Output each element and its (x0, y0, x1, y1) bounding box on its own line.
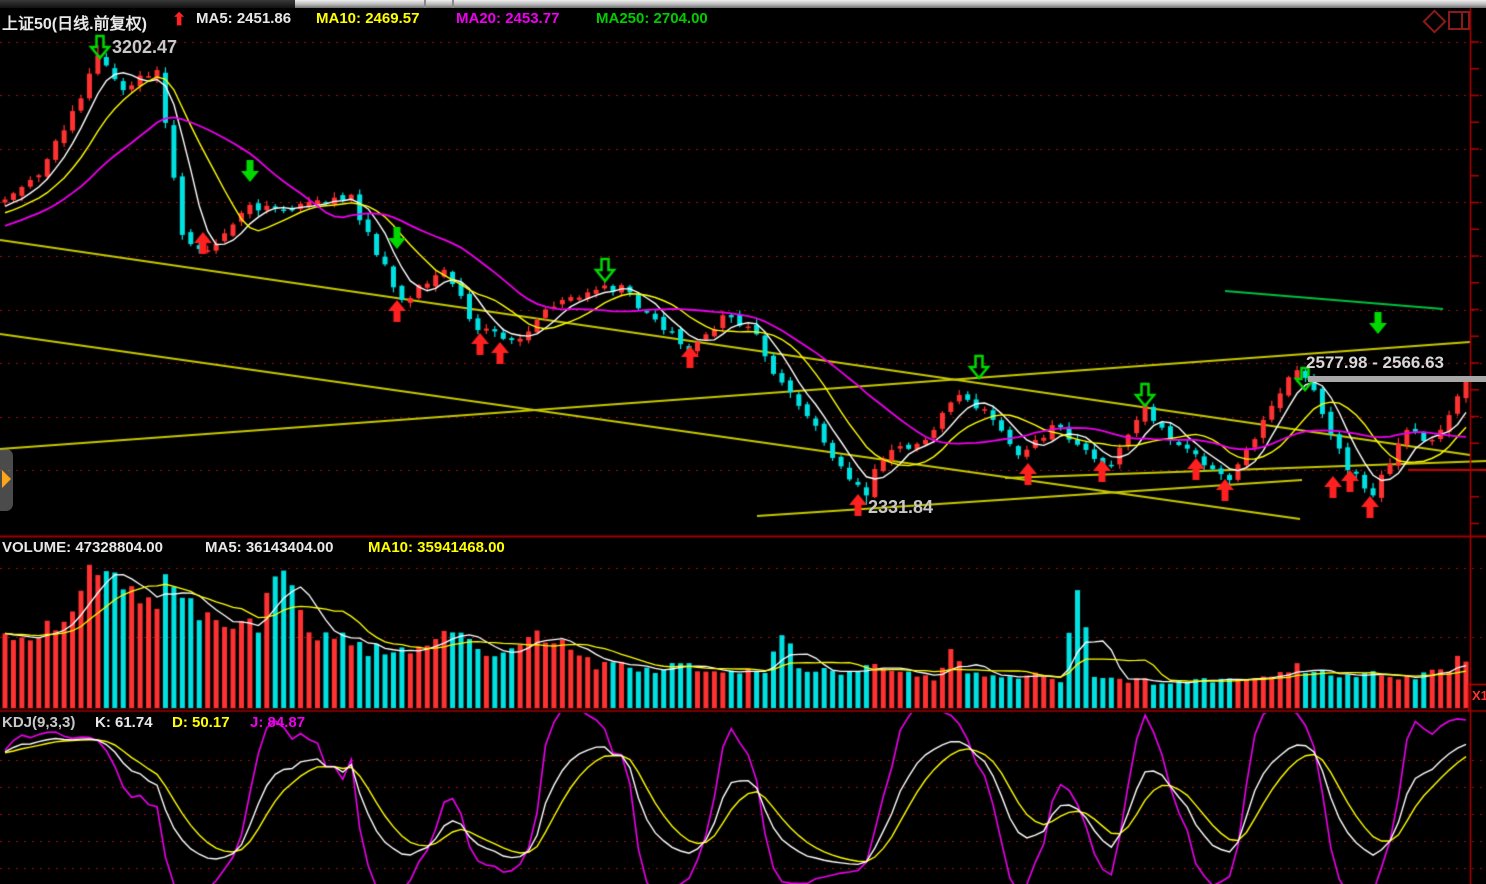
stock-chart-window: 上证50(日线.前复权) ⬆ MA5: 2451.86 MA10: 2469.5… (0, 0, 1486, 884)
kdj-k-readout: K: 61.74 (95, 714, 153, 731)
peak-price-label: 3202.47 (112, 37, 177, 58)
expand-arrow-icon (2, 470, 11, 488)
ma20-readout: MA20: 2453.77 (456, 10, 559, 27)
ma10-readout: MA10: 2469.57 (316, 10, 419, 27)
price-pane-header: 上证50(日线.前复权) ⬆ MA5: 2451.86 MA10: 2469.5… (0, 10, 1400, 30)
panel-expander-tab[interactable] (0, 449, 13, 511)
split-window-divider (1461, 13, 1463, 28)
volume-ma10-readout: MA10: 35941468.00 (368, 539, 505, 556)
ma5-readout: MA5: 2451.86 (196, 10, 291, 27)
top-strip-left-segment (0, 0, 295, 8)
price-range-bar (1308, 376, 1486, 382)
top-toolbar-strip (0, 0, 1486, 8)
toolbar-separator (424, 0, 426, 8)
low-price-label: 2331.84 (868, 497, 933, 518)
symbol-title[interactable]: 上证50(日线.前复权) (2, 10, 147, 34)
range-price-label: 2577.98 - 2566.63 (1306, 353, 1444, 373)
kdj-j-readout: J: 84.87 (250, 714, 305, 731)
kdj-label: KDJ(9,3,3) (2, 714, 75, 731)
volume-ma5-readout: MA5: 36143404.00 (205, 539, 333, 556)
up-arrow-icon: ⬆ (172, 10, 186, 30)
volume-pane-header: VOLUME: 47328804.00 MA5: 36143404.00 MA1… (0, 539, 900, 557)
kdj-pane-header: KDJ(9,3,3) K: 61.74 D: 50.17 J: 84.87 (0, 714, 600, 732)
chart-canvas[interactable] (0, 0, 1486, 884)
volume-readout: VOLUME: 47328804.00 (2, 539, 163, 556)
kdj-d-readout: D: 50.17 (172, 714, 230, 731)
pane-close-button[interactable]: X1 (1472, 688, 1486, 703)
toolbar-separator (452, 0, 454, 8)
ma250-readout: MA250: 2704.00 (596, 10, 708, 27)
split-window-icon[interactable] (1448, 11, 1470, 30)
